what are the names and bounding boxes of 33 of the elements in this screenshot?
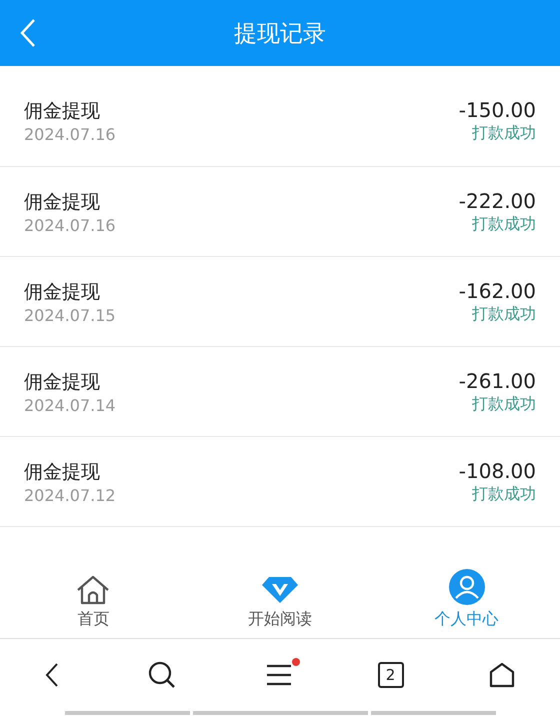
record-date: 2024.07.14 <box>24 396 116 414</box>
back-icon <box>44 662 59 688</box>
record-amount: -108.00 <box>458 458 536 482</box>
record-status: 打款成功 <box>472 214 536 234</box>
nav-tab[interactable]: 首页 <box>0 566 187 638</box>
home-icon <box>489 662 516 688</box>
record-title: 佣金提现 <box>24 460 101 484</box>
record-amount: -150.00 <box>458 98 536 122</box>
record-title: 佣金提现 <box>24 190 101 214</box>
diamond-icon <box>261 575 299 605</box>
record-status: 打款成功 <box>472 304 536 324</box>
record-title: 佣金提现 <box>24 99 101 124</box>
record-status: 打款成功 <box>472 484 536 504</box>
record-date: 2024.07.12 <box>24 486 116 504</box>
search-icon <box>148 661 176 689</box>
record-status: 打款成功 <box>472 394 536 414</box>
menu-icon <box>266 664 292 686</box>
nav-tab[interactable]: 个人中心 <box>373 566 560 638</box>
nav-tab[interactable]: 开始阅读 <box>186 566 374 638</box>
record-date: 2024.07.15 <box>24 306 116 324</box>
record-amount: -261.00 <box>458 368 536 392</box>
user-icon <box>448 569 485 605</box>
record-date: 2024.07.16 <box>24 216 116 234</box>
record-amount: -222.00 <box>458 188 536 212</box>
record-title: 佣金提现 <box>24 280 101 304</box>
page-title: 提现记录 <box>234 20 326 48</box>
record-date: 2024.07.16 <box>24 125 116 144</box>
home-icon <box>75 575 112 605</box>
back-icon <box>20 18 36 48</box>
record-title: 佣金提现 <box>24 370 101 394</box>
record-status: 打款成功 <box>472 123 536 144</box>
tab-count-button[interactable]: 2 <box>378 662 404 688</box>
record-amount: -162.00 <box>458 278 536 302</box>
